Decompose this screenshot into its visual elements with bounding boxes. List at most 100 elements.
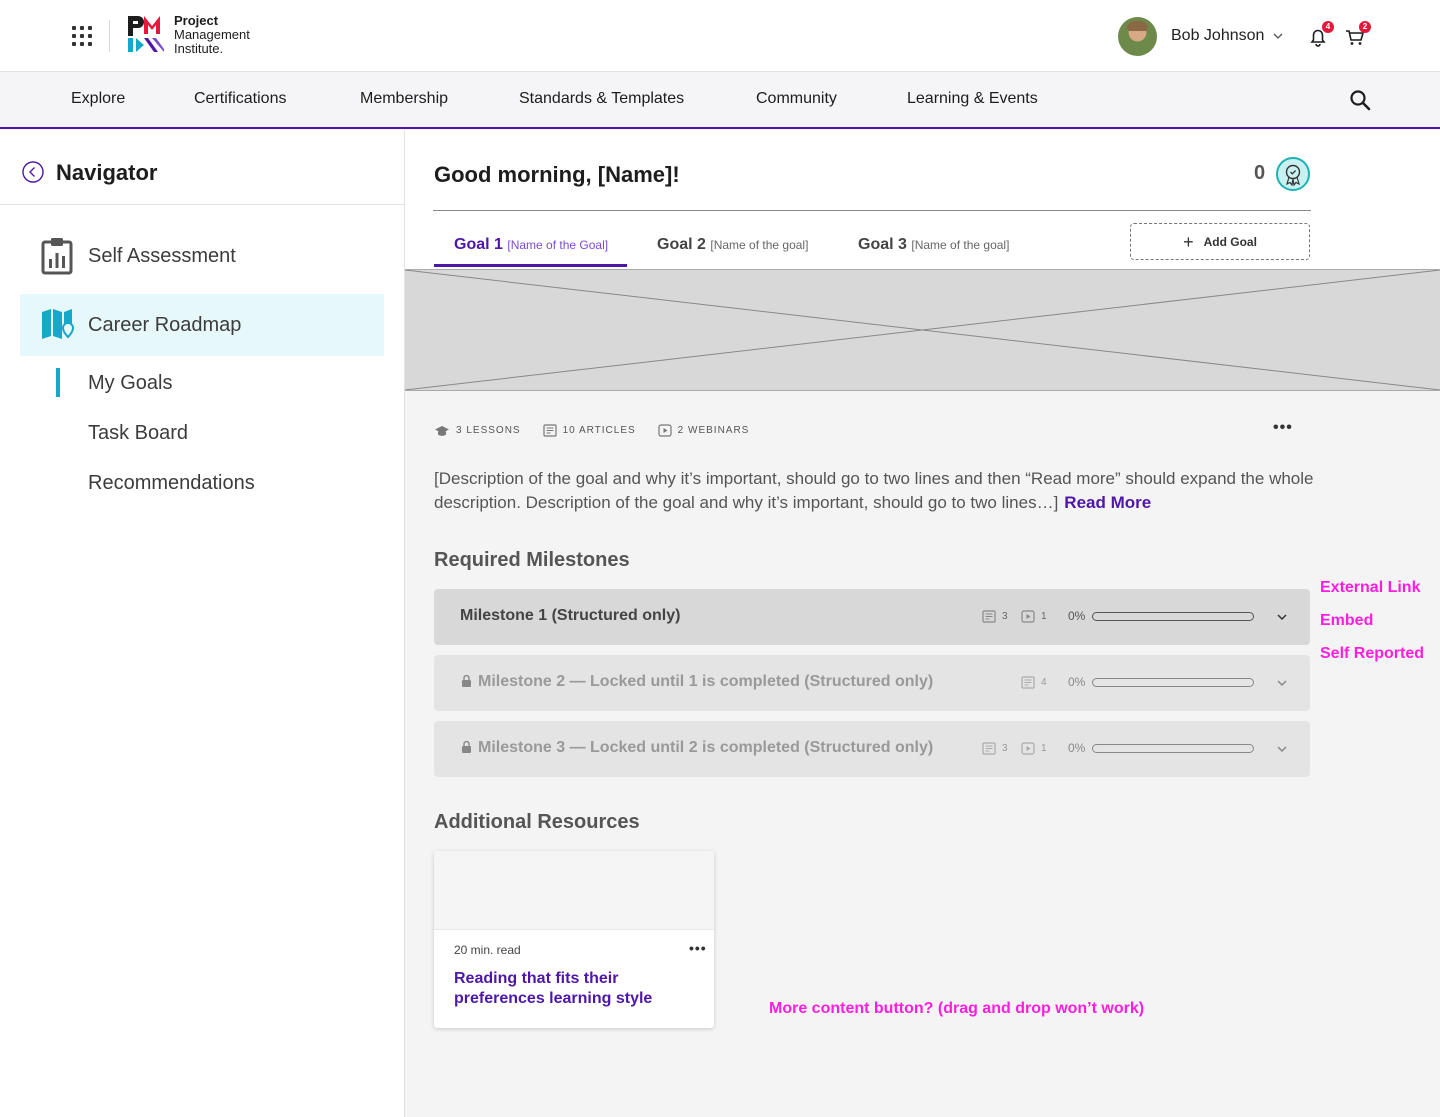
milestone-webinars-count: 1 bbox=[1021, 610, 1047, 623]
milestone-title-text: Milestone 3 — Locked until 2 is complete… bbox=[478, 739, 934, 756]
milestone-2[interactable]: Milestone 2 — Locked until 1 is complete… bbox=[434, 655, 1310, 711]
milestone-title: Milestone 2 — Locked until 1 is complete… bbox=[461, 673, 933, 691]
page-title: Good morning, [Name]! bbox=[434, 162, 680, 187]
goal-description-text: [Description of the goal and why it’s im… bbox=[434, 469, 1314, 512]
logo-line-2: Management bbox=[174, 27, 250, 42]
tab-label: Goal 3 bbox=[858, 236, 907, 253]
search-icon[interactable] bbox=[1349, 89, 1371, 111]
greeting-area: Good morning, [Name]! 0 Goal 1 [Name of … bbox=[405, 130, 1440, 269]
nav-community[interactable]: Community bbox=[756, 90, 837, 108]
milestone-1[interactable]: Milestone 1 (Structured only) 3 1 0% bbox=[434, 589, 1310, 645]
tab-sublabel: [Name of the Goal] bbox=[507, 238, 609, 252]
cart-button[interactable]: 2 bbox=[1344, 21, 1371, 48]
sidebar-header: Navigator bbox=[0, 130, 404, 205]
pmi-logo[interactable]: Project Management Institute. bbox=[126, 14, 286, 56]
webinars-count-value: 1 bbox=[1041, 743, 1047, 754]
goal-more-options-icon[interactable]: ••• bbox=[1273, 420, 1293, 436]
map-pin-icon bbox=[42, 309, 74, 339]
lock-icon bbox=[462, 675, 471, 687]
annotation-external-link: External Link bbox=[1320, 579, 1421, 596]
header-divider bbox=[109, 20, 110, 52]
milestone-progress-bar bbox=[1092, 744, 1254, 753]
pmi-logo-text: Project Management Institute. bbox=[174, 14, 250, 56]
active-tab-indicator bbox=[434, 264, 627, 267]
resource-card[interactable]: 20 min. read ••• Reading that fits their… bbox=[434, 851, 714, 1028]
meta-articles-label: 10 ARTICLES bbox=[562, 425, 636, 436]
articles-count-value: 3 bbox=[1002, 611, 1008, 622]
nav-membership[interactable]: Membership bbox=[360, 90, 448, 108]
sidebar-item-self-assessment[interactable]: Self Assessment bbox=[20, 225, 384, 287]
sidebar-item-career-roadmap[interactable]: Career Roadmap bbox=[20, 294, 384, 356]
active-subitem-indicator bbox=[56, 368, 60, 397]
nav-certifications[interactable]: Certifications bbox=[194, 90, 286, 108]
milestone-3[interactable]: Milestone 3 — Locked until 2 is complete… bbox=[434, 721, 1310, 777]
logo-line-1: Project bbox=[174, 13, 219, 28]
greeting-divider bbox=[433, 210, 1311, 211]
milestone-progress-bar bbox=[1092, 678, 1254, 687]
annotation-embed: Embed bbox=[1320, 612, 1374, 629]
milestone-title-text: Milestone 2 — Locked until 1 is complete… bbox=[478, 673, 934, 690]
milestone-articles-count: 3 bbox=[982, 742, 1008, 755]
sidebar-subitem-recommendations[interactable]: Recommendations bbox=[88, 472, 255, 495]
pmi-logo-mark-icon bbox=[128, 16, 164, 52]
user-name: Bob Johnson bbox=[1171, 27, 1265, 44]
articles-count-value: 3 bbox=[1002, 743, 1008, 754]
milestone-articles-count: 4 bbox=[1021, 676, 1047, 689]
chevron-down-icon[interactable] bbox=[1276, 611, 1288, 623]
meta-articles: 10 ARTICLES bbox=[542, 424, 636, 437]
play-video-icon bbox=[658, 424, 672, 437]
clipboard-chart-icon bbox=[41, 238, 73, 275]
nav-standards-templates[interactable]: Standards & Templates bbox=[519, 90, 684, 108]
points-count: 0 bbox=[1254, 162, 1266, 184]
sidebar-subitem-task-board[interactable]: Task Board bbox=[88, 422, 188, 445]
meta-webinars-label: 2 WEBINARS bbox=[677, 425, 750, 436]
plus-icon: + bbox=[1183, 231, 1194, 252]
tab-sublabel: [Name of the goal] bbox=[911, 238, 1010, 252]
article-icon bbox=[982, 610, 996, 623]
goal-meta-row: 3 LESSONS 10 ARTICLES 2 WEBINARS bbox=[434, 424, 771, 437]
back-arrow-icon[interactable] bbox=[22, 161, 44, 183]
tab-label: Goal 1 bbox=[454, 236, 503, 253]
chevron-down-icon[interactable] bbox=[1276, 743, 1288, 755]
notifications-button[interactable]: 4 bbox=[1307, 21, 1334, 48]
meta-lessons: 3 LESSONS bbox=[434, 425, 521, 437]
add-goal-button[interactable]: + Add Goal bbox=[1130, 223, 1310, 260]
card-read-time: 20 min. read bbox=[454, 943, 521, 957]
lock-icon bbox=[462, 741, 471, 753]
graduation-cap-icon bbox=[435, 425, 449, 436]
required-milestones-heading: Required Milestones bbox=[434, 549, 630, 571]
card-title[interactable]: Reading that fits their preferences lear… bbox=[454, 969, 684, 1009]
sidebar-title: Navigator bbox=[56, 160, 158, 185]
articles-count-value: 4 bbox=[1041, 677, 1047, 688]
tab-label: Goal 2 bbox=[657, 236, 706, 253]
avatar[interactable] bbox=[1118, 16, 1157, 56]
milestone-progress-bar bbox=[1092, 612, 1254, 621]
card-more-options-icon[interactable]: ••• bbox=[689, 941, 707, 955]
tab-goal-3[interactable]: Goal 3 [Name of the goal] bbox=[858, 236, 1009, 254]
goal-hero-image-placeholder bbox=[405, 269, 1440, 391]
add-goal-label: Add Goal bbox=[1203, 234, 1257, 249]
chevron-down-icon bbox=[1273, 33, 1283, 39]
sidebar-subitem-my-goals[interactable]: My Goals bbox=[88, 372, 172, 395]
award-badge-icon[interactable] bbox=[1276, 157, 1310, 191]
article-icon bbox=[982, 742, 996, 755]
notifications-badge: 4 bbox=[1322, 21, 1334, 33]
logo-line-3: Institute. bbox=[174, 41, 224, 56]
milestone-progress-label: 0% bbox=[1068, 741, 1086, 755]
ribbon-icon bbox=[1285, 164, 1301, 187]
play-video-icon bbox=[1021, 610, 1035, 623]
nav-learning-events[interactable]: Learning & Events bbox=[907, 90, 1038, 108]
nav-explore[interactable]: Explore bbox=[71, 90, 125, 108]
milestone-progress-label: 0% bbox=[1068, 675, 1086, 689]
read-more-link[interactable]: Read More bbox=[1064, 493, 1151, 512]
article-icon bbox=[1021, 676, 1035, 689]
user-menu[interactable]: Bob Johnson bbox=[1118, 16, 1284, 56]
tab-sublabel: [Name of the goal] bbox=[710, 238, 809, 252]
tab-goal-1[interactable]: Goal 1 [Name of the Goal] bbox=[454, 236, 608, 254]
webinars-count-value: 1 bbox=[1041, 611, 1047, 622]
article-icon bbox=[542, 424, 557, 437]
tab-goal-2[interactable]: Goal 2 [Name of the goal] bbox=[657, 236, 808, 254]
sidebar-item-label: Self Assessment bbox=[88, 244, 236, 267]
apps-grid-icon[interactable] bbox=[72, 26, 92, 46]
chevron-down-icon[interactable] bbox=[1276, 677, 1288, 689]
